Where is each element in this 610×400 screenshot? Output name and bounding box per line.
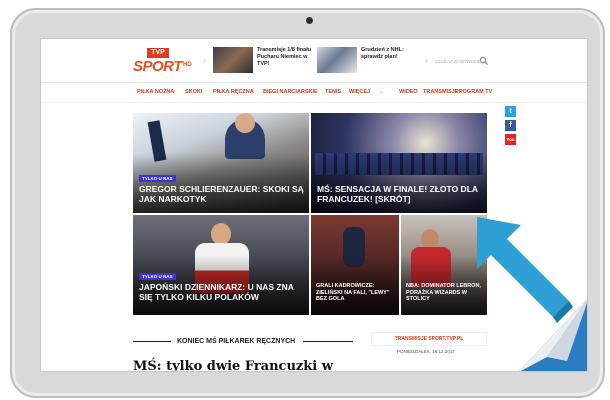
facebook-icon[interactable]: f [505, 120, 516, 131]
logo-sport: SPORT [133, 58, 182, 75]
player-head [421, 229, 439, 249]
news-tile[interactable]: GRALI KADROWICZE: ZIELIŃSKI NA FALI, "LE… [311, 215, 399, 315]
laptop-frame: TVP SPORT HD ‹ Transmisje 1/8 finału Puc… [0, 0, 610, 400]
news-headline[interactable]: Grudzień z NHL: sprawdź plan! [361, 47, 423, 61]
chevron-down-icon[interactable]: ⌄ [379, 89, 384, 95]
news-thumbnail[interactable] [317, 47, 357, 73]
nav-item-program-tv[interactable]: PROGRAM TV [455, 89, 492, 95]
article-headline[interactable]: MŚ: tylko dwie Francuzki w [133, 359, 333, 371]
schedule-date: PONIEDZIAŁEK, 18.12.2017 [397, 349, 455, 354]
news-headline[interactable]: Transmisje 1/8 finału Pucharu Niemiec w … [257, 47, 319, 68]
pointer-arrow-icon [477, 217, 573, 323]
youtube-icon[interactable]: You [505, 134, 516, 145]
nav-item-transmisje[interactable]: TRANSMISJE [423, 89, 458, 95]
tile-headline[interactable]: GREGOR SCHLIERENZAUER: SKOKI SĄ JAK NARK… [139, 184, 307, 204]
section-title: KONIEC MŚ PIŁKAREK RĘCZNYCH [177, 338, 296, 345]
transmisje-link[interactable]: TRANSMISJE SPORT.TVP.PL [371, 332, 487, 346]
nav-item-pilka-reczna[interactable]: PIŁKA RĘCZNA [213, 89, 254, 95]
tvp-sport-logo[interactable]: TVP SPORT HD [133, 48, 197, 75]
tile-headline[interactable]: GRALI KADROWICZE: ZIELIŃSKI NA FALI, "LE… [316, 283, 398, 303]
exclusive-badge: TYLKO U NAS [139, 273, 176, 280]
chevron-right-icon[interactable]: › [425, 55, 428, 65]
logo-tvp: TVP [147, 48, 169, 58]
exclusive-badge: TYLKO U NAS [139, 175, 176, 182]
news-tile[interactable]: TYLKO U NAS JAPOŃSKI DZIENNIKARZ: U NAS … [133, 215, 309, 315]
tile-headline[interactable]: MŚ: SENSACJA W FINALE! ZŁOTO DLA FRANCUZ… [317, 184, 485, 204]
news-tile[interactable]: TYLKO U NAS GREGOR SCHLIERENZAUER: SKOKI… [133, 113, 309, 213]
camera-icon [306, 17, 313, 24]
site-header: TVP SPORT HD ‹ Transmisje 1/8 finału Puc… [41, 39, 587, 83]
nav-item-biegi[interactable]: BIEGI NARCIARSKIE [263, 89, 318, 95]
search-input[interactable]: SZUKAJ W SERWISIE [435, 57, 483, 67]
divider [133, 341, 171, 342]
nav-item-wideo[interactable]: WIDEO [399, 89, 418, 95]
tile-headline[interactable]: JAPOŃSKI DZIENNIKARZ: U NAS ZNA SIĘ TYLK… [139, 282, 309, 302]
browser-screen: TVP SPORT HD ‹ Transmisje 1/8 finału Puc… [40, 38, 588, 372]
news-thumbnail[interactable] [213, 47, 253, 73]
nav-item-tenis[interactable]: TENIS [325, 89, 341, 95]
logo-hd: HD [183, 62, 192, 68]
nav-item-pilka-nozna[interactable]: PIŁKA NOŻNA [137, 89, 174, 95]
twitter-icon[interactable]: t [505, 106, 516, 117]
nav-item-wiecej[interactable]: WIĘCEJ [349, 89, 370, 95]
main-nav: PIŁKA NOŻNA SKOKI PIŁKA RĘCZNA BIEGI NAR… [41, 83, 587, 103]
person-head [235, 113, 255, 133]
news-tile[interactable]: MŚ: SENSACJA W FINALE! ZŁOTO DLA FRANCUZ… [311, 113, 487, 213]
player-head [211, 223, 231, 245]
divider [303, 341, 353, 342]
search-icon[interactable] [479, 56, 489, 66]
chevron-left-icon[interactable]: ‹ [203, 55, 206, 65]
nav-item-skoki[interactable]: SKOKI [185, 89, 202, 95]
